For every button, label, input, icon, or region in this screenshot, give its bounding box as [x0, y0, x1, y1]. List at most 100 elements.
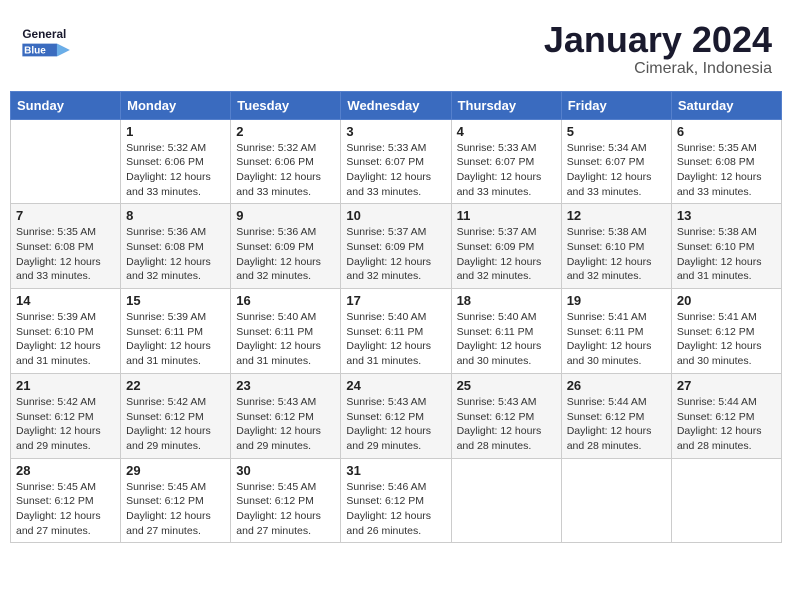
day-number: 19 [567, 293, 666, 308]
day-number: 23 [236, 378, 335, 393]
day-info: Sunrise: 5:38 AM Sunset: 6:10 PM Dayligh… [677, 225, 776, 284]
general-blue-logo-icon: General Blue [20, 20, 72, 60]
day-number: 11 [457, 208, 556, 223]
day-info: Sunrise: 5:45 AM Sunset: 6:12 PM Dayligh… [16, 480, 115, 539]
calendar-cell: 16 Sunrise: 5:40 AM Sunset: 6:11 PM Dayli… [231, 289, 341, 374]
location: Cimerak, Indonesia [544, 60, 772, 78]
calendar-cell: 20 Sunrise: 5:41 AM Sunset: 6:12 PM Dayli… [671, 289, 781, 374]
calendar-cell: 30 Sunrise: 5:45 AM Sunset: 6:12 PM Dayli… [231, 458, 341, 543]
day-number: 31 [346, 463, 445, 478]
header: General Blue January 2024 Cimerak, Indon… [10, 10, 782, 83]
day-number: 24 [346, 378, 445, 393]
calendar-cell: 8 Sunrise: 5:36 AM Sunset: 6:08 PM Daylig… [121, 204, 231, 289]
calendar-cell: 21 Sunrise: 5:42 AM Sunset: 6:12 PM Dayli… [11, 373, 121, 458]
weekday-header-wednesday: Wednesday [341, 91, 451, 119]
calendar-week-row: 14 Sunrise: 5:39 AM Sunset: 6:10 PM Dayli… [11, 289, 782, 374]
day-info: Sunrise: 5:34 AM Sunset: 6:07 PM Dayligh… [567, 141, 666, 200]
calendar-cell: 3 Sunrise: 5:33 AM Sunset: 6:07 PM Daylig… [341, 119, 451, 204]
day-info: Sunrise: 5:32 AM Sunset: 6:06 PM Dayligh… [236, 141, 335, 200]
calendar-cell: 13Sunrise: 5:38 AM Sunset: 6:10 PM Dayli… [671, 204, 781, 289]
day-number: 12 [567, 208, 666, 223]
calendar-cell: 28Sunrise: 5:45 AM Sunset: 6:12 PM Dayli… [11, 458, 121, 543]
svg-text:Blue: Blue [24, 46, 46, 57]
day-number: 16 [236, 293, 335, 308]
day-info: Sunrise: 5:42 AM Sunset: 6:12 PM Dayligh… [16, 395, 115, 454]
day-number: 22 [126, 378, 225, 393]
weekday-header-monday: Monday [121, 91, 231, 119]
calendar-cell: 11 Sunrise: 5:37 AM Sunset: 6:09 PM Dayli… [451, 204, 561, 289]
calendar-week-row: 28Sunrise: 5:45 AM Sunset: 6:12 PM Dayli… [11, 458, 782, 543]
day-info: Sunrise: 5:33 AM Sunset: 6:07 PM Dayligh… [457, 141, 556, 200]
day-info: Sunrise: 5:41 AM Sunset: 6:12 PM Dayligh… [677, 310, 776, 369]
day-info: Sunrise: 5:41 AM Sunset: 6:11 PM Dayligh… [567, 310, 666, 369]
day-number: 18 [457, 293, 556, 308]
day-info: Sunrise: 5:40 AM Sunset: 6:11 PM Dayligh… [236, 310, 335, 369]
calendar-cell [671, 458, 781, 543]
day-number: 10 [346, 208, 445, 223]
day-number: 15 [126, 293, 225, 308]
day-info: Sunrise: 5:38 AM Sunset: 6:10 PM Dayligh… [567, 225, 666, 284]
day-info: Sunrise: 5:33 AM Sunset: 6:07 PM Dayligh… [346, 141, 445, 200]
calendar-week-row: 1Sunrise: 5:32 AM Sunset: 6:06 PM Daylig… [11, 119, 782, 204]
day-number: 20 [677, 293, 776, 308]
day-info: Sunrise: 5:36 AM Sunset: 6:08 PM Dayligh… [126, 225, 225, 284]
calendar-cell: 25Sunrise: 5:43 AM Sunset: 6:12 PM Dayli… [451, 373, 561, 458]
day-info: Sunrise: 5:32 AM Sunset: 6:06 PM Dayligh… [126, 141, 225, 200]
day-info: Sunrise: 5:39 AM Sunset: 6:10 PM Dayligh… [16, 310, 115, 369]
calendar-table: SundayMondayTuesdayWednesdayThursdayFrid… [10, 91, 782, 544]
day-number: 14 [16, 293, 115, 308]
calendar-cell: 12 Sunrise: 5:38 AM Sunset: 6:10 PM Dayli… [561, 204, 671, 289]
day-info: Sunrise: 5:35 AM Sunset: 6:08 PM Dayligh… [16, 225, 115, 284]
title-section: January 2024 Cimerak, Indonesia [544, 20, 772, 78]
weekday-header-tuesday: Tuesday [231, 91, 341, 119]
calendar-cell: 6Sunrise: 5:35 AM Sunset: 6:08 PM Daylig… [671, 119, 781, 204]
weekday-header-saturday: Saturday [671, 91, 781, 119]
calendar-cell: 31Sunrise: 5:46 AM Sunset: 6:12 PM Dayli… [341, 458, 451, 543]
day-info: Sunrise: 5:40 AM Sunset: 6:11 PM Dayligh… [346, 310, 445, 369]
calendar-cell: 10Sunrise: 5:37 AM Sunset: 6:09 PM Dayli… [341, 204, 451, 289]
calendar-cell: 24 Sunrise: 5:43 AM Sunset: 6:12 PM Dayli… [341, 373, 451, 458]
day-info: Sunrise: 5:45 AM Sunset: 6:12 PM Dayligh… [236, 480, 335, 539]
calendar-cell: 19 Sunrise: 5:41 AM Sunset: 6:11 PM Dayli… [561, 289, 671, 374]
calendar-cell: 23 Sunrise: 5:43 AM Sunset: 6:12 PM Dayli… [231, 373, 341, 458]
day-info: Sunrise: 5:40 AM Sunset: 6:11 PM Dayligh… [457, 310, 556, 369]
day-number: 6 [677, 124, 776, 139]
day-info: Sunrise: 5:37 AM Sunset: 6:09 PM Dayligh… [457, 225, 556, 284]
calendar-week-row: 7Sunrise: 5:35 AM Sunset: 6:08 PM Daylig… [11, 204, 782, 289]
calendar-cell: 26Sunrise: 5:44 AM Sunset: 6:12 PM Dayli… [561, 373, 671, 458]
weekday-header-thursday: Thursday [451, 91, 561, 119]
day-number: 30 [236, 463, 335, 478]
calendar-cell: 4Sunrise: 5:33 AM Sunset: 6:07 PM Daylig… [451, 119, 561, 204]
calendar-cell: 1Sunrise: 5:32 AM Sunset: 6:06 PM Daylig… [121, 119, 231, 204]
weekday-header-sunday: Sunday [11, 91, 121, 119]
calendar-cell: 27Sunrise: 5:44 AM Sunset: 6:12 PM Dayli… [671, 373, 781, 458]
day-number: 21 [16, 378, 115, 393]
day-info: Sunrise: 5:42 AM Sunset: 6:12 PM Dayligh… [126, 395, 225, 454]
day-info: Sunrise: 5:43 AM Sunset: 6:12 PM Dayligh… [346, 395, 445, 454]
day-number: 27 [677, 378, 776, 393]
day-number: 2 [236, 124, 335, 139]
calendar-cell: 9Sunrise: 5:36 AM Sunset: 6:09 PM Daylig… [231, 204, 341, 289]
calendar-cell: 5 Sunrise: 5:34 AM Sunset: 6:07 PM Daylig… [561, 119, 671, 204]
day-number: 3 [346, 124, 445, 139]
calendar-cell: 22 Sunrise: 5:42 AM Sunset: 6:12 PM Dayli… [121, 373, 231, 458]
logo: General Blue [20, 20, 72, 60]
day-number: 25 [457, 378, 556, 393]
day-number: 5 [567, 124, 666, 139]
day-info: Sunrise: 5:36 AM Sunset: 6:09 PM Dayligh… [236, 225, 335, 284]
calendar-cell [11, 119, 121, 204]
calendar-week-row: 21 Sunrise: 5:42 AM Sunset: 6:12 PM Dayli… [11, 373, 782, 458]
svg-text:General: General [22, 27, 66, 41]
weekday-header-friday: Friday [561, 91, 671, 119]
calendar-cell [561, 458, 671, 543]
day-info: Sunrise: 5:39 AM Sunset: 6:11 PM Dayligh… [126, 310, 225, 369]
day-info: Sunrise: 5:44 AM Sunset: 6:12 PM Dayligh… [567, 395, 666, 454]
weekday-header-row: SundayMondayTuesdayWednesdayThursdayFrid… [11, 91, 782, 119]
day-number: 8 [126, 208, 225, 223]
calendar-cell: 14 Sunrise: 5:39 AM Sunset: 6:10 PM Dayli… [11, 289, 121, 374]
calendar-cell [451, 458, 561, 543]
calendar-cell: 15 Sunrise: 5:39 AM Sunset: 6:11 PM Dayli… [121, 289, 231, 374]
calendar-cell: 18 Sunrise: 5:40 AM Sunset: 6:11 PM Dayli… [451, 289, 561, 374]
calendar-cell: 2 Sunrise: 5:32 AM Sunset: 6:06 PM Daylig… [231, 119, 341, 204]
day-info: Sunrise: 5:43 AM Sunset: 6:12 PM Dayligh… [236, 395, 335, 454]
